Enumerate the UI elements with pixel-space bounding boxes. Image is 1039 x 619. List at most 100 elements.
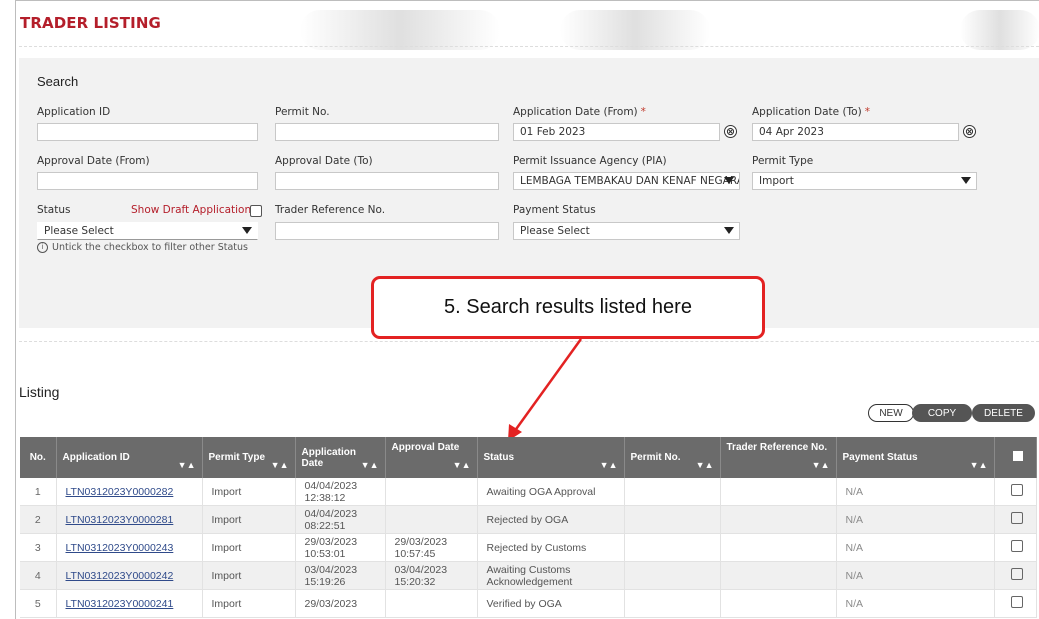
table-header-row: No. Application ID ▼▲ Permit Type ▼▲ Appli… (20, 437, 1037, 478)
cell-permit-no (624, 561, 721, 590)
col-trader-ref-header[interactable]: Trader Reference No. ▼▲ (720, 437, 837, 478)
application-id-link[interactable]: LTN0312023Y0000243 (66, 542, 174, 554)
cell-application-id: LTN0312023Y0000243 (56, 533, 203, 562)
new-button[interactable]: NEW (868, 404, 914, 422)
cell-payment-status: N/A (836, 533, 995, 562)
cell-application-id: LTN0312023Y0000242 (56, 561, 203, 590)
application-id-link[interactable]: LTN0312023Y0000281 (66, 514, 174, 526)
cell-permit-type: Import (202, 533, 296, 562)
delete-button[interactable]: DELETE (972, 404, 1035, 422)
cell-application-date: 03/04/2023 15:19:26 (295, 561, 386, 590)
cell-application-date: 04/04/2023 08:22:51 (295, 505, 386, 534)
application-date: 29/03/2023 (304, 535, 358, 548)
cell-permit-no (624, 505, 721, 534)
row-checkbox[interactable] (1010, 484, 1023, 496)
sort-icon[interactable]: ▼▲ (696, 460, 714, 471)
cell-permit-type: Import (202, 561, 296, 590)
table-row: 4 LTN0312023Y0000242 Import 03/04/2023 15… (20, 561, 1037, 590)
application-date: 04/04/2023 (304, 479, 358, 492)
col-permit-no-header[interactable]: Permit No. ▼▲ (624, 437, 721, 478)
col-application-id-header[interactable]: Application ID ▼▲ (56, 437, 203, 478)
cell-application-id: LTN0312023Y0000241 (56, 589, 203, 618)
table-row: 1 LTN0312023Y0000282 Import 04/04/2023 12… (20, 478, 1037, 506)
application-time: 12:38:12 (304, 491, 346, 504)
col-permit-type-header[interactable]: Permit Type ▼▲ (202, 437, 296, 478)
cell-approval-date (385, 589, 478, 618)
cell-trader-ref (720, 561, 837, 590)
table-row: 3 LTN0312023Y0000243 Import 29/03/2023 10… (20, 533, 1037, 562)
cell-application-id: LTN0312023Y0000282 (56, 478, 203, 506)
copy-button[interactable]: COPY (912, 404, 972, 422)
application-date: 29/03/2023 (304, 597, 358, 610)
col-permit-type-label: Permit Type (208, 452, 266, 463)
col-application-id-label: Application ID (62, 452, 130, 463)
cell-trader-ref (720, 478, 837, 506)
cell-permit-no (624, 533, 721, 562)
cell-permit-no (624, 589, 721, 618)
cell-no: 4 (20, 561, 57, 590)
col-status-label: Status (483, 452, 515, 463)
col-approval-date-label: Approval Date (391, 442, 460, 453)
col-status-header[interactable]: Status ▼▲ (477, 437, 625, 478)
cell-select (994, 589, 1037, 618)
cell-trader-ref (720, 505, 837, 534)
cell-permit-type: Import (202, 505, 296, 534)
cell-approval-date (385, 478, 478, 506)
approval-date: 29/03/2023 (394, 535, 448, 548)
application-date: 03/04/2023 (304, 563, 358, 576)
col-trader-ref-label: Trader Reference No. (726, 442, 828, 453)
col-permit-no-label: Permit No. (630, 452, 681, 463)
cell-no: 3 (20, 533, 57, 562)
cell-application-date: 29/03/2023 (295, 589, 386, 618)
sort-icon[interactable]: ▼▲ (178, 460, 196, 471)
cell-permit-type: Import (202, 589, 296, 618)
cell-application-date: 29/03/2023 10:53:01 (295, 533, 386, 562)
application-time: 15:19:26 (304, 575, 346, 588)
cell-status: Verified by OGA (477, 589, 625, 618)
row-checkbox[interactable] (1010, 568, 1023, 580)
cell-trader-ref (720, 589, 837, 618)
col-select-all-header[interactable] (994, 437, 1037, 478)
cell-status: Rejected by Customs (477, 533, 625, 562)
cell-approval-date: 03/04/2023 15:20:32 (385, 561, 478, 590)
application-time: 10:53:01 (304, 547, 346, 560)
approval-date: 03/04/2023 (394, 563, 448, 576)
sort-icon[interactable]: ▼▲ (970, 460, 988, 471)
col-approval-date-header[interactable]: Approval Date ▼▲ (385, 437, 478, 478)
results-table: No. Application ID ▼▲ Permit Type ▼▲ Appli… (20, 437, 1037, 618)
sort-icon[interactable]: ▼▲ (600, 460, 618, 471)
table-row: 5 LTN0312023Y0000241 Import 29/03/2023 V… (20, 589, 1037, 618)
sort-icon[interactable]: ▼▲ (453, 460, 471, 471)
approval-time: 10:57:45 (394, 547, 436, 560)
cell-payment-status: N/A (836, 505, 995, 534)
cell-payment-status: N/A (836, 561, 995, 590)
col-application-date-label: Application Date (301, 446, 356, 469)
col-application-date-header[interactable]: Application Date ▼▲ (295, 437, 386, 478)
cell-payment-status: N/A (836, 589, 995, 618)
select-all-checkbox[interactable] (1013, 451, 1023, 461)
application-date: 04/04/2023 (304, 507, 358, 520)
cell-status: Rejected by OGA (477, 505, 625, 534)
approval-time: 15:20:32 (394, 575, 436, 588)
row-checkbox[interactable] (1010, 512, 1023, 524)
sort-icon[interactable]: ▼▲ (361, 460, 379, 471)
application-time: 08:22:51 (304, 519, 346, 532)
application-id-link[interactable]: LTN0312023Y0000282 (66, 486, 174, 498)
cell-select (994, 561, 1037, 590)
sort-icon[interactable]: ▼▲ (812, 460, 830, 471)
cell-no: 1 (20, 478, 57, 506)
cell-application-date: 04/04/2023 12:38:12 (295, 478, 386, 506)
cell-select (994, 478, 1037, 506)
cell-permit-type: Import (202, 478, 296, 506)
sort-icon[interactable]: ▼▲ (271, 460, 289, 471)
application-id-link[interactable]: LTN0312023Y0000242 (66, 570, 174, 582)
row-checkbox[interactable] (1010, 596, 1023, 608)
application-id-link[interactable]: LTN0312023Y0000241 (66, 598, 174, 610)
cell-approval-date: 29/03/2023 10:57:45 (385, 533, 478, 562)
listing-heading: Listing (19, 384, 60, 400)
cell-approval-date (385, 505, 478, 534)
col-payment-status-header[interactable]: Payment Status ▼▲ (836, 437, 995, 478)
row-checkbox[interactable] (1010, 540, 1023, 552)
cell-application-id: LTN0312023Y0000281 (56, 505, 203, 534)
table-row: 2 LTN0312023Y0000281 Import 04/04/2023 08… (20, 505, 1037, 534)
